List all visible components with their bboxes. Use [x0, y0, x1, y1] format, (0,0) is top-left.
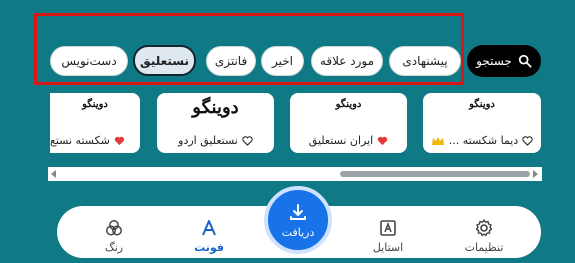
- font-card[interactable]: دوینگو نستعلیق اردو: [157, 93, 274, 153]
- font-icon: [202, 220, 216, 236]
- font-card-meta: دیما شکسته ...: [423, 134, 541, 147]
- font-sample: دوینگو: [192, 97, 239, 118]
- nav-font-label: فونت: [194, 241, 224, 254]
- font-card-partial[interactable]: دوینگو شکسته نستع: [50, 93, 140, 153]
- nav-settings[interactable]: تنظیمات: [452, 210, 516, 254]
- heart-outline-icon[interactable]: [522, 135, 533, 146]
- search-label: جستجو: [476, 54, 512, 68]
- font-name: ایران نستعلیق: [308, 134, 374, 147]
- scrollbar-thumb[interactable]: [340, 171, 530, 177]
- nav-style[interactable]: استایل: [356, 210, 420, 254]
- font-sample: دوینگو: [335, 99, 362, 110]
- crown-icon: [431, 136, 444, 145]
- font-name: نستعلیق اردو: [178, 134, 238, 147]
- font-name: شکسته نستع: [50, 134, 110, 147]
- font-sample: دوینگو: [82, 99, 108, 110]
- nav-download-label: دریافت: [281, 225, 315, 239]
- font-card[interactable]: دوینگو ایران نستعلیق: [290, 93, 407, 153]
- scroll-left-arrow-icon[interactable]: [51, 170, 56, 178]
- heart-filled-icon[interactable]: [114, 136, 125, 146]
- nav-settings-label: تنظیمات: [464, 241, 504, 254]
- font-name: دیما شکسته ...: [448, 134, 519, 147]
- color-circles-icon: [106, 220, 122, 236]
- nav-color[interactable]: رنگ: [82, 210, 146, 254]
- heart-filled-icon[interactable]: [377, 136, 388, 146]
- filter-chip-recent[interactable]: اخیر: [261, 46, 304, 76]
- style-icon: [380, 220, 396, 236]
- download-fab-button[interactable]: دریافت: [264, 186, 332, 254]
- scroll-right-arrow-icon[interactable]: [533, 170, 538, 178]
- font-sample: دوینگو: [469, 99, 495, 110]
- search-icon: [518, 54, 532, 68]
- font-card-meta: ایران نستعلیق: [290, 134, 407, 147]
- download-icon: [290, 203, 306, 220]
- nav-color-label: رنگ: [104, 241, 124, 254]
- filter-chip-fantasy[interactable]: فانتزی: [206, 46, 256, 76]
- font-card-meta: شکسته نستع: [50, 134, 140, 147]
- filter-chip-favorites[interactable]: مورد علاقه: [311, 46, 383, 76]
- search-button[interactable]: جستجو: [467, 45, 541, 77]
- nav-font[interactable]: فونت: [177, 210, 241, 254]
- font-card-meta: نستعلیق اردو: [157, 134, 274, 147]
- filter-chip-handwritten[interactable]: دست‌نویس: [50, 46, 128, 76]
- nav-style-label: استایل: [372, 241, 404, 254]
- heart-outline-icon[interactable]: [242, 135, 253, 146]
- gear-icon: [475, 219, 493, 237]
- filter-chip-nastaliq[interactable]: نستعلیق: [133, 45, 196, 76]
- font-card[interactable]: دوینگو دیما شکسته ...: [423, 93, 541, 153]
- filter-chip-suggested[interactable]: پیشنهادی: [389, 46, 461, 76]
